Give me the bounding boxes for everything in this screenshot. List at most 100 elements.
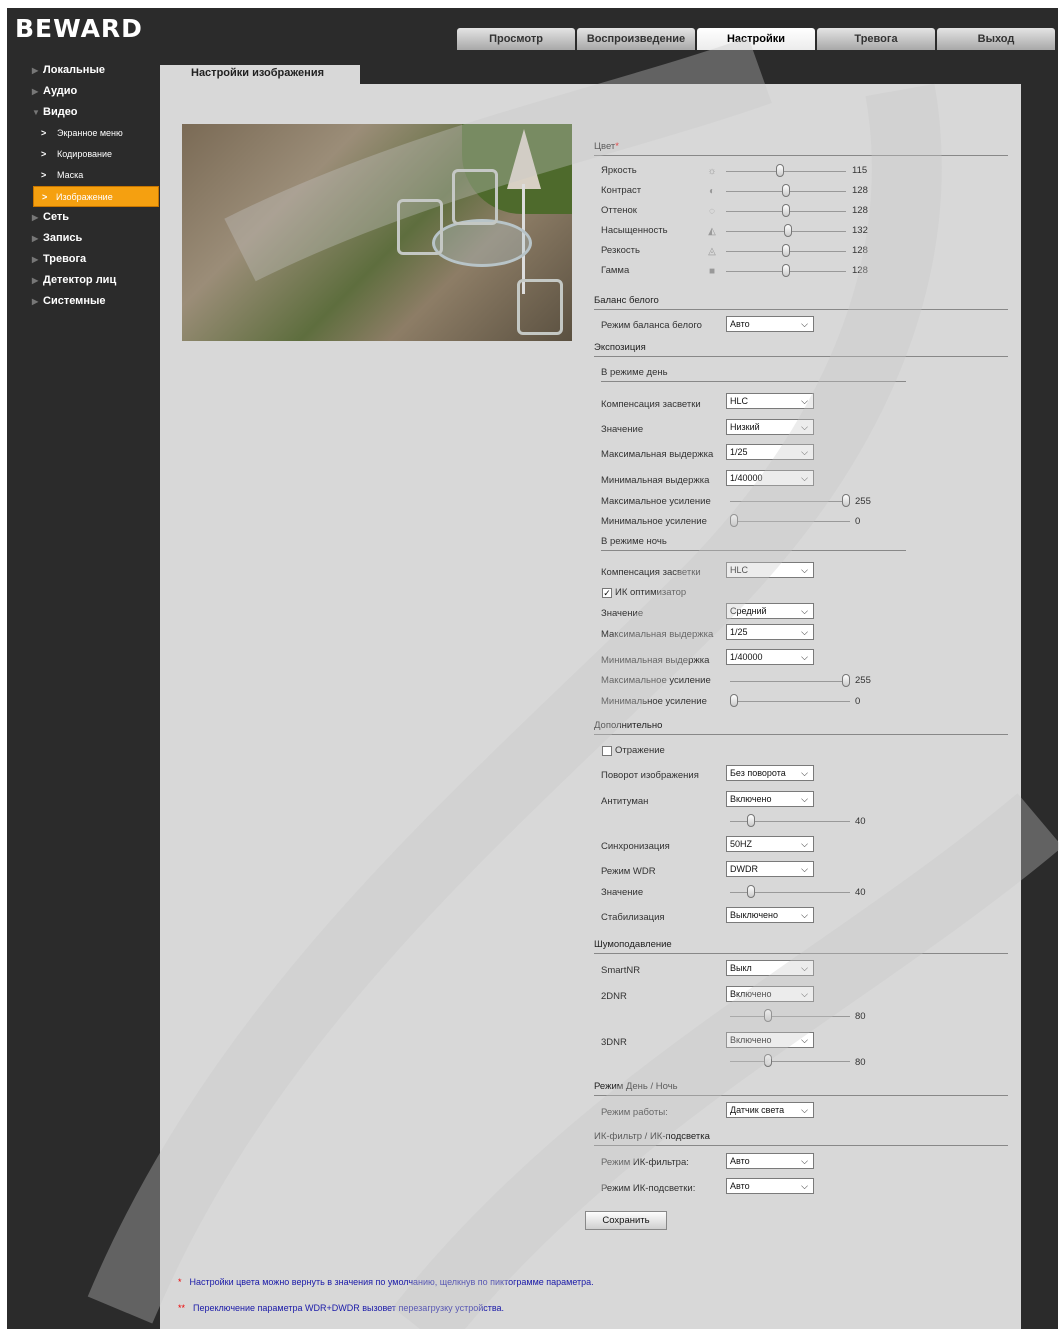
sidebar-item-alarm[interactable]: ▶ Тревога	[7, 249, 160, 270]
slider-knob[interactable]	[782, 204, 790, 217]
defog-label: Антитуман	[601, 796, 649, 807]
sidebar: ▶ Локальные ▶ Аудио ▼ Видео > Экранное меню …	[7, 60, 160, 312]
dnr2-slider[interactable]	[730, 1016, 850, 1017]
slider-knob[interactable]	[764, 1009, 772, 1022]
slider-knob[interactable]	[747, 814, 755, 827]
sidebar-item-local[interactable]: ▶ Локальные	[7, 60, 160, 81]
sidebar-item-label: Аудио	[43, 85, 78, 97]
slider-knob[interactable]	[764, 1054, 772, 1067]
day-min-gain-slider[interactable]	[730, 521, 850, 522]
wdr-label: Режим WDR	[601, 866, 656, 877]
wb-mode-select[interactable]: Авто ⌵	[726, 316, 814, 332]
slider-knob[interactable]	[730, 694, 738, 707]
slider-knob[interactable]	[782, 184, 790, 197]
sidebar-item-network[interactable]: ▶ Сеть	[7, 207, 160, 228]
select-value: DWDR	[730, 864, 758, 874]
chevron-right-icon: >	[41, 170, 47, 180]
chevron-right-icon: >	[41, 149, 47, 159]
sidebar-subitem-osd[interactable]: > Экранное меню	[7, 123, 160, 144]
sidebar-subitem-image[interactable]: > Изображение	[33, 186, 159, 207]
select-value: HLC	[730, 396, 749, 406]
preview-chair	[452, 169, 498, 225]
night-level-select[interactable]: Средний ⌵	[726, 603, 814, 619]
section-title: Дополнительно	[594, 720, 663, 731]
header: BEWARD Просмотр Воспроизведение Настройк…	[7, 8, 1058, 53]
sidebar-subitem-encoding[interactable]: > Кодирование	[7, 144, 160, 165]
day-max-gain-slider[interactable]	[730, 501, 850, 502]
slider-knob[interactable]	[842, 494, 850, 507]
color-slider[interactable]	[726, 171, 846, 172]
sidebar-item-record[interactable]: ▶ Запись	[7, 228, 160, 249]
sidebar-item-label: Кодирование	[57, 149, 113, 159]
smartnr-select[interactable]: Выкл ⌵	[726, 960, 814, 976]
chevron-down-icon: ⌵	[796, 908, 813, 922]
sync-select[interactable]: 50HZ ⌵	[726, 836, 814, 852]
chevron-down-icon: ⌵	[796, 563, 813, 577]
ir-filter-select[interactable]: Авто ⌵	[726, 1153, 814, 1169]
mirror-checkbox[interactable]	[602, 746, 612, 756]
slider-knob[interactable]	[782, 244, 790, 257]
contrast-icon[interactable]: ◐	[706, 186, 718, 197]
color-row-label: Гамма	[601, 265, 630, 276]
section-title: Цвет	[594, 141, 616, 152]
dnr2-select[interactable]: Включено ⌵	[726, 986, 814, 1002]
tab-settings[interactable]: Настройки	[697, 28, 815, 50]
night-min-shutter-select[interactable]: 1/40000 ⌵	[726, 649, 814, 665]
defog-select[interactable]: Включено ⌵	[726, 791, 814, 807]
sidebar-item-label: Видео	[43, 106, 78, 118]
color-row-value: 128	[852, 185, 868, 196]
slider-knob[interactable]	[842, 674, 850, 687]
slider-knob[interactable]	[730, 514, 738, 527]
slider-knob[interactable]	[782, 264, 790, 277]
chevron-down-icon: ⌵	[796, 792, 813, 806]
select-value: 1/25	[730, 627, 748, 637]
sidebar-item-label: Локальные	[43, 64, 105, 76]
tab-alarm[interactable]: Тревога	[817, 28, 935, 50]
note-star: **	[178, 1303, 186, 1313]
arrow-right-icon: ▶	[32, 213, 39, 222]
ir-optimizer-checkbox[interactable]: ✓	[602, 588, 612, 598]
sidebar-item-system[interactable]: ▶ Системные	[7, 291, 160, 312]
night-min-gain-slider[interactable]	[730, 701, 850, 702]
ir-light-select[interactable]: Авто ⌵	[726, 1178, 814, 1194]
day-level-select[interactable]: Низкий ⌵	[726, 419, 814, 435]
color-row-label: Оттенок	[601, 205, 637, 216]
night-max-shutter-select[interactable]: 1/25 ⌵	[726, 624, 814, 640]
dnr2-value: 80	[855, 1011, 866, 1022]
tab-playback[interactable]: Воспроизведение	[577, 28, 695, 50]
app-frame: BEWARD Просмотр Воспроизведение Настройк…	[7, 8, 1058, 1329]
sharpness-icon[interactable]: ◬	[706, 246, 718, 257]
wdr-select[interactable]: DWDR ⌵	[726, 861, 814, 877]
palette-icon[interactable]: ◌	[706, 206, 718, 217]
night-max-gain-slider[interactable]	[730, 681, 850, 682]
chevron-down-icon: ⌵	[796, 1179, 813, 1193]
day-min-shutter-select[interactable]: 1/40000 ⌵	[726, 470, 814, 486]
stabilization-select[interactable]: Выключено ⌵	[726, 907, 814, 923]
tab-logout[interactable]: Выход	[937, 28, 1055, 50]
night-backlight-select[interactable]: HLC ⌵	[726, 562, 814, 578]
slider-knob[interactable]	[747, 885, 755, 898]
section-title: Режим День / Ночь	[594, 1081, 678, 1092]
top-tabs: Просмотр Воспроизведение Настройки Трево…	[457, 28, 1057, 50]
dnr3-slider[interactable]	[730, 1061, 850, 1062]
tab-view[interactable]: Просмотр	[457, 28, 575, 50]
gamma-icon[interactable]: ■	[706, 266, 718, 277]
rotate-select[interactable]: Без поворота ⌵	[726, 765, 814, 781]
save-button[interactable]: Сохранить	[585, 1211, 667, 1230]
sidebar-item-audio[interactable]: ▶ Аудио	[7, 81, 160, 102]
section-title: Экспозиция	[594, 342, 646, 353]
sidebar-item-video[interactable]: ▼ Видео	[7, 102, 160, 123]
select-value: 1/25	[730, 447, 748, 457]
sidebar-item-face-detector[interactable]: ▶ Детектор лиц	[7, 270, 160, 291]
slider-knob[interactable]	[784, 224, 792, 237]
sun-icon[interactable]: ☼	[706, 166, 718, 177]
dnr3-select[interactable]: Включено ⌵	[726, 1032, 814, 1048]
chevron-down-icon: ⌵	[796, 445, 813, 459]
daynight-mode-select[interactable]: Датчик света ⌵	[726, 1102, 814, 1118]
day-backlight-select[interactable]: HLC ⌵	[726, 393, 814, 409]
day-max-shutter-label: Максимальная выдержка	[601, 449, 714, 460]
sidebar-subitem-mask[interactable]: > Маска	[7, 165, 160, 186]
day-max-shutter-select[interactable]: 1/25 ⌵	[726, 444, 814, 460]
slider-knob[interactable]	[776, 164, 784, 177]
saturation-icon[interactable]: ◭	[706, 226, 718, 237]
